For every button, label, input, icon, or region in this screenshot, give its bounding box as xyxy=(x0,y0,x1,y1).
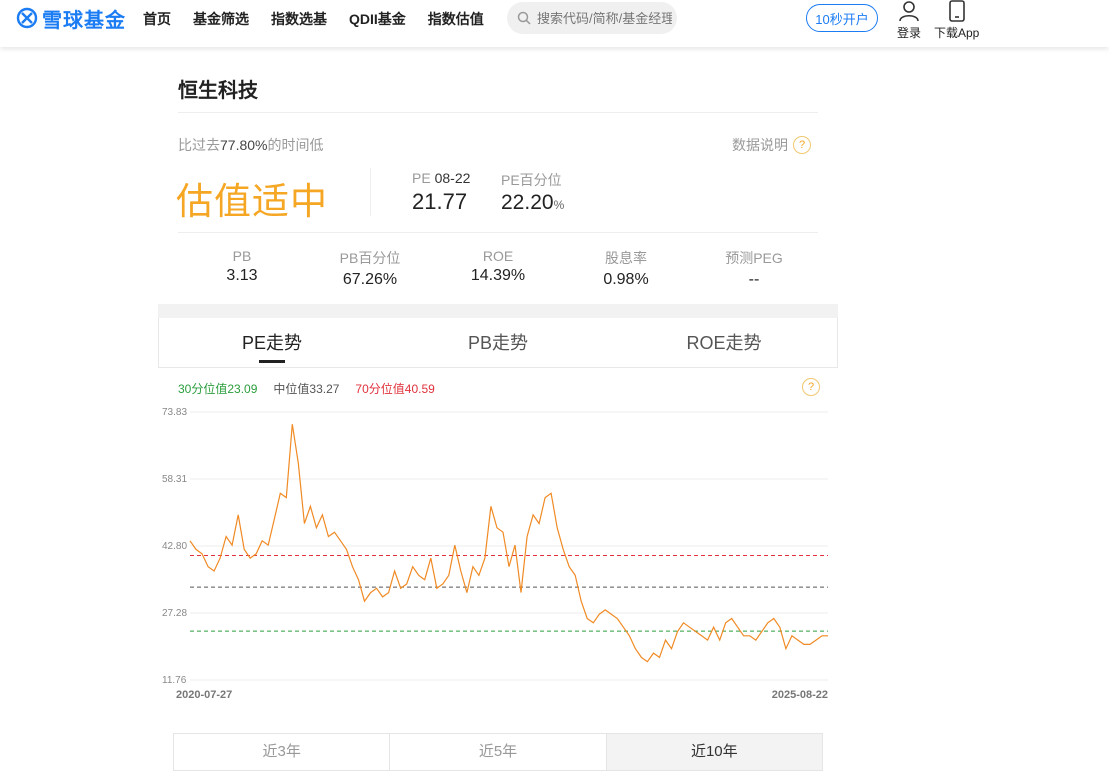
compare-prefix: 比过去 xyxy=(178,137,220,153)
metric-value: 0.98% xyxy=(603,271,649,288)
logo-text: 雪球基金 xyxy=(42,9,126,32)
open-account-button[interactable]: 10秒开户 xyxy=(806,4,878,32)
login-label: 登录 xyxy=(897,26,922,40)
compare-percent: 77.80% xyxy=(220,137,268,153)
search-icon xyxy=(517,11,531,25)
download-label: 下载App xyxy=(934,26,980,40)
pe-percentile-unit: % xyxy=(553,198,565,212)
chart-legend: 30分位值23.09 中位值33.27 70分位值40.59 xyxy=(178,380,451,397)
metrics-row: PB 3.13 PB百分位 67.26% ROE 14.39% 股息率 0.98… xyxy=(178,248,818,289)
pe-trend-chart: 73.83 58.31 42.80 27.28 11.76 2020-07-27 2025-… xyxy=(162,407,828,701)
pe-date: 08-22 xyxy=(434,170,471,186)
search-input[interactable] xyxy=(537,10,672,26)
index-title: 恒生科技 xyxy=(178,80,258,102)
data-explain-label: 数据说明 xyxy=(732,137,788,153)
pe-percentile-value: 22.20% xyxy=(501,191,564,215)
x-start-label: 2020-07-27 xyxy=(176,689,232,701)
nav-fund-filter[interactable]: 基金筛选 xyxy=(193,10,249,28)
download-app-button[interactable]: 下载App xyxy=(934,0,979,41)
y-tick-label: 42.80 xyxy=(162,541,187,552)
pe-percentile-label: PE百分位 xyxy=(501,172,562,188)
main-nav: 首页 基金筛选 指数选基 QDII基金 指数估值 xyxy=(143,10,506,28)
metric-value: 67.26% xyxy=(342,271,398,288)
metric-dividend-yield: 股息率 0.98% xyxy=(562,248,690,289)
y-tick-label: 58.31 xyxy=(162,474,187,485)
metric-label: 股息率 xyxy=(605,250,647,266)
nav-qdii-fund[interactable]: QDII基金 xyxy=(349,10,406,28)
x-end-label: 2025-08-22 xyxy=(772,689,828,701)
legend-median: 中位值33.27 xyxy=(273,382,340,396)
brand-logo[interactable]: 雪球基金 xyxy=(16,6,126,32)
tab-pe-trend[interactable]: PE走势 xyxy=(159,318,385,367)
range-3-years[interactable]: 近3年 xyxy=(174,734,391,770)
metric-value: 3.13 xyxy=(226,267,258,284)
percentile-compare-text: 比过去77.80%的时间低 xyxy=(178,135,323,155)
metric-roe: ROE 14.39% xyxy=(434,248,562,289)
section-separator xyxy=(158,304,838,318)
metric-label: PB xyxy=(232,248,252,264)
vertical-divider xyxy=(370,168,371,216)
chart-help-icon[interactable]: ? xyxy=(802,378,820,396)
trend-tabs: PE走势 PB走势 ROE走势 xyxy=(158,318,838,368)
user-icon xyxy=(899,1,919,22)
nav-index-fund-select[interactable]: 指数选基 xyxy=(271,10,327,28)
search-box[interactable] xyxy=(507,2,677,34)
tab-pb-trend[interactable]: PB走势 xyxy=(385,318,611,367)
nav-index-valuation[interactable]: 指数估值 xyxy=(428,10,484,28)
pe-series-line xyxy=(189,424,828,663)
legend-70th-percentile: 70分位值40.59 xyxy=(355,382,435,396)
pe-label: PE 08-22 xyxy=(412,170,470,186)
y-tick-label: 73.83 xyxy=(162,407,187,418)
question-icon: ? xyxy=(793,136,811,154)
metric-value: -- xyxy=(748,271,760,288)
y-tick-label: 27.28 xyxy=(162,608,187,619)
pe-percentile-number: 22.20 xyxy=(501,191,554,214)
metric-pb-percentile: PB百分位 67.26% xyxy=(306,248,434,289)
y-tick-label: 11.76 xyxy=(162,675,187,686)
nav-home[interactable]: 首页 xyxy=(143,10,171,28)
range-10-years[interactable]: 近10年 xyxy=(606,734,822,770)
metric-pb: PB 3.13 xyxy=(178,248,306,289)
top-navigation-bar: 雪球基金 首页 基金筛选 指数选基 QDII基金 指数估值 10秒开户 登录 下… xyxy=(0,0,1109,47)
divider xyxy=(178,232,818,233)
metric-forecast-peg: 预测PEG -- xyxy=(690,248,818,289)
divider xyxy=(178,112,818,113)
metric-label: PB百分位 xyxy=(339,250,401,266)
valuation-verdict: 估值适中 xyxy=(176,181,328,222)
range-selector: 近3年 近5年 近10年 xyxy=(173,733,823,771)
range-5-years[interactable]: 近5年 xyxy=(390,734,607,770)
compare-suffix: 的时间低 xyxy=(267,137,324,153)
data-explain-link[interactable]: 数据说明 ? xyxy=(732,135,811,155)
metric-value: 14.39% xyxy=(470,267,526,284)
metric-label: 预测PEG xyxy=(725,250,783,266)
metric-label: ROE xyxy=(482,248,514,264)
login-button[interactable]: 登录 xyxy=(897,0,921,41)
logo-icon xyxy=(16,7,38,29)
pe-label-text: PE xyxy=(412,170,431,186)
legend-30th-percentile: 30分位值23.09 xyxy=(178,382,258,396)
pe-value: 21.77 xyxy=(412,189,468,214)
tab-roe-trend[interactable]: ROE走势 xyxy=(611,318,837,367)
phone-icon xyxy=(948,0,965,22)
